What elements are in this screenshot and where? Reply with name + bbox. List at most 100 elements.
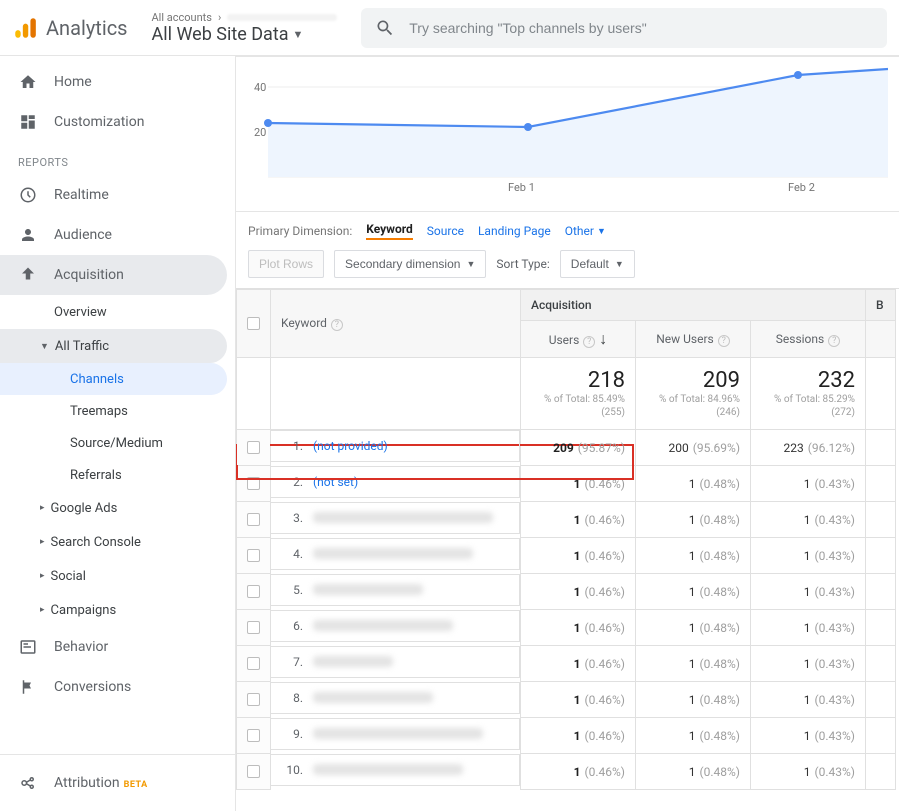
select-all-checkbox[interactable] xyxy=(247,317,260,330)
cell-new-users: 1 xyxy=(689,693,696,707)
table-row: 3. 1(0.46%) 1(0.48%) 1(0.43%) xyxy=(237,502,896,538)
nav-treemaps[interactable]: Treemaps xyxy=(0,395,227,427)
caret-down-icon: ▼ xyxy=(293,28,304,41)
svg-text:Feb 1: Feb 1 xyxy=(508,181,535,194)
row-checkbox[interactable] xyxy=(247,621,260,634)
row-checkbox[interactable] xyxy=(247,513,260,526)
cell-users: 1 xyxy=(574,549,581,563)
row-checkbox[interactable] xyxy=(247,693,260,706)
row-rank: 8. xyxy=(285,691,303,705)
nav-social[interactable]: ▸Social xyxy=(0,559,227,593)
cell-sessions: 223 xyxy=(784,441,804,455)
row-checkbox[interactable] xyxy=(247,657,260,670)
sidebar: Home Customization REPORTS Realtime Audi… xyxy=(0,56,236,811)
row-rank: 4. xyxy=(285,547,303,561)
row-checkbox[interactable] xyxy=(247,585,260,598)
dim-source[interactable]: Source xyxy=(427,224,464,238)
search-bar[interactable] xyxy=(361,8,887,48)
person-icon xyxy=(18,225,38,245)
customization-icon xyxy=(18,112,38,132)
nav-campaigns[interactable]: ▸Campaigns xyxy=(0,593,227,627)
row-checkbox[interactable] xyxy=(247,729,260,742)
line-chart[interactable]: 40 20 Feb 1 Feb 2 xyxy=(248,57,888,197)
sort-type-button[interactable]: Default▼ xyxy=(560,250,635,278)
svg-text:Feb 2: Feb 2 xyxy=(788,181,815,194)
col-group-acquisition: Acquisition xyxy=(521,290,866,321)
row-checkbox[interactable] xyxy=(247,477,260,490)
search-input[interactable] xyxy=(409,20,873,36)
col-sessions[interactable]: Sessions xyxy=(776,332,824,346)
cell-new-users: 1 xyxy=(689,657,696,671)
logo[interactable]: Analytics xyxy=(12,15,128,41)
redacted-keyword xyxy=(313,584,423,595)
row-checkbox[interactable] xyxy=(247,441,260,454)
table-row: 10. 1(0.46%) 1(0.48%) 1(0.43%) xyxy=(237,754,896,790)
nav-attribution[interactable]: AttributionBETA xyxy=(0,763,227,803)
nav-channels[interactable]: Channels xyxy=(0,363,227,395)
cell-new-users: 1 xyxy=(689,477,696,491)
nav-acquisition[interactable]: Acquisition xyxy=(0,255,227,295)
row-checkbox[interactable] xyxy=(247,549,260,562)
help-icon[interactable]: ? xyxy=(828,335,840,347)
redacted-keyword xyxy=(313,512,493,523)
nav-google-ads[interactable]: ▸Google Ads xyxy=(0,491,227,525)
data-table: Keyword? Acquisition B Users? ↓ New Users… xyxy=(236,288,899,790)
view-name: All Web Site Data ▼ xyxy=(152,24,338,45)
svg-text:40: 40 xyxy=(254,81,266,94)
row-rank: 6. xyxy=(285,619,303,633)
help-icon[interactable]: ? xyxy=(331,319,343,331)
sort-desc-icon[interactable]: ↓ xyxy=(599,329,607,348)
cell-new-users: 1 xyxy=(689,585,696,599)
col-keyword[interactable]: Keyword xyxy=(281,316,327,330)
nav-customization[interactable]: Customization xyxy=(0,102,227,142)
nav-all-traffic[interactable]: ▼All Traffic xyxy=(0,329,227,363)
dim-landing[interactable]: Landing Page xyxy=(478,224,551,238)
col-new-users[interactable]: New Users xyxy=(656,332,714,346)
nav-search-console[interactable]: ▸Search Console xyxy=(0,525,227,559)
acquisition-icon xyxy=(18,265,38,285)
col-users[interactable]: Users xyxy=(549,333,580,347)
help-icon[interactable]: ? xyxy=(583,336,595,348)
caret-right-icon: ▸ xyxy=(40,503,45,513)
cell-new-users: 1 xyxy=(689,729,696,743)
keyword-link[interactable]: (not provided) xyxy=(313,439,388,453)
dim-keyword[interactable]: Keyword xyxy=(366,222,413,240)
redacted-keyword xyxy=(313,728,483,739)
caret-down-icon: ▼ xyxy=(466,259,475,269)
nav-acq-overview[interactable]: Overview xyxy=(0,295,227,329)
help-icon[interactable]: ? xyxy=(718,335,730,347)
view-switcher[interactable]: All accounts› All Web Site Data ▼ xyxy=(152,11,338,45)
cell-users: 209 xyxy=(553,441,574,455)
secondary-dimension-button[interactable]: Secondary dimension▼ xyxy=(334,250,486,278)
cell-users: 1 xyxy=(574,585,581,599)
nav-source-medium[interactable]: Source/Medium xyxy=(0,427,227,459)
plot-rows-button[interactable]: Plot Rows xyxy=(248,250,324,278)
row-checkbox[interactable] xyxy=(247,765,260,778)
nav-conversions[interactable]: Conversions xyxy=(0,667,227,707)
row-rank: 7. xyxy=(285,655,303,669)
cell-users: 1 xyxy=(574,621,581,635)
row-rank: 2. xyxy=(285,475,303,489)
total-new-users: 209 xyxy=(646,368,740,393)
cell-sessions: 1 xyxy=(804,657,811,671)
table-row: 5. 1(0.46%) 1(0.48%) 1(0.43%) xyxy=(237,574,896,610)
app-header: Analytics All accounts› All Web Site Dat… xyxy=(0,0,899,56)
nav-realtime[interactable]: Realtime xyxy=(0,175,227,215)
nav-audience[interactable]: Audience xyxy=(0,215,227,255)
keyword-link[interactable]: (not set) xyxy=(313,475,358,489)
cell-users: 1 xyxy=(574,765,581,779)
nav-home[interactable]: Home xyxy=(0,62,227,102)
table-row: 6. 1(0.46%) 1(0.48%) 1(0.43%) xyxy=(237,610,896,646)
redacted-keyword xyxy=(313,764,463,775)
nav-referrals[interactable]: Referrals xyxy=(0,459,227,491)
dim-other[interactable]: Other▼ xyxy=(565,224,606,238)
redacted-keyword xyxy=(313,548,473,559)
behavior-icon xyxy=(18,637,38,657)
table-row: 4. 1(0.46%) 1(0.48%) 1(0.43%) xyxy=(237,538,896,574)
cell-sessions: 1 xyxy=(804,585,811,599)
row-rank: 1. xyxy=(285,439,303,453)
table-row: 7. 1(0.46%) 1(0.48%) 1(0.43%) xyxy=(237,646,896,682)
col-group-behavior: B xyxy=(866,290,896,321)
nav-behavior[interactable]: Behavior xyxy=(0,627,227,667)
redacted-keyword xyxy=(313,692,433,703)
